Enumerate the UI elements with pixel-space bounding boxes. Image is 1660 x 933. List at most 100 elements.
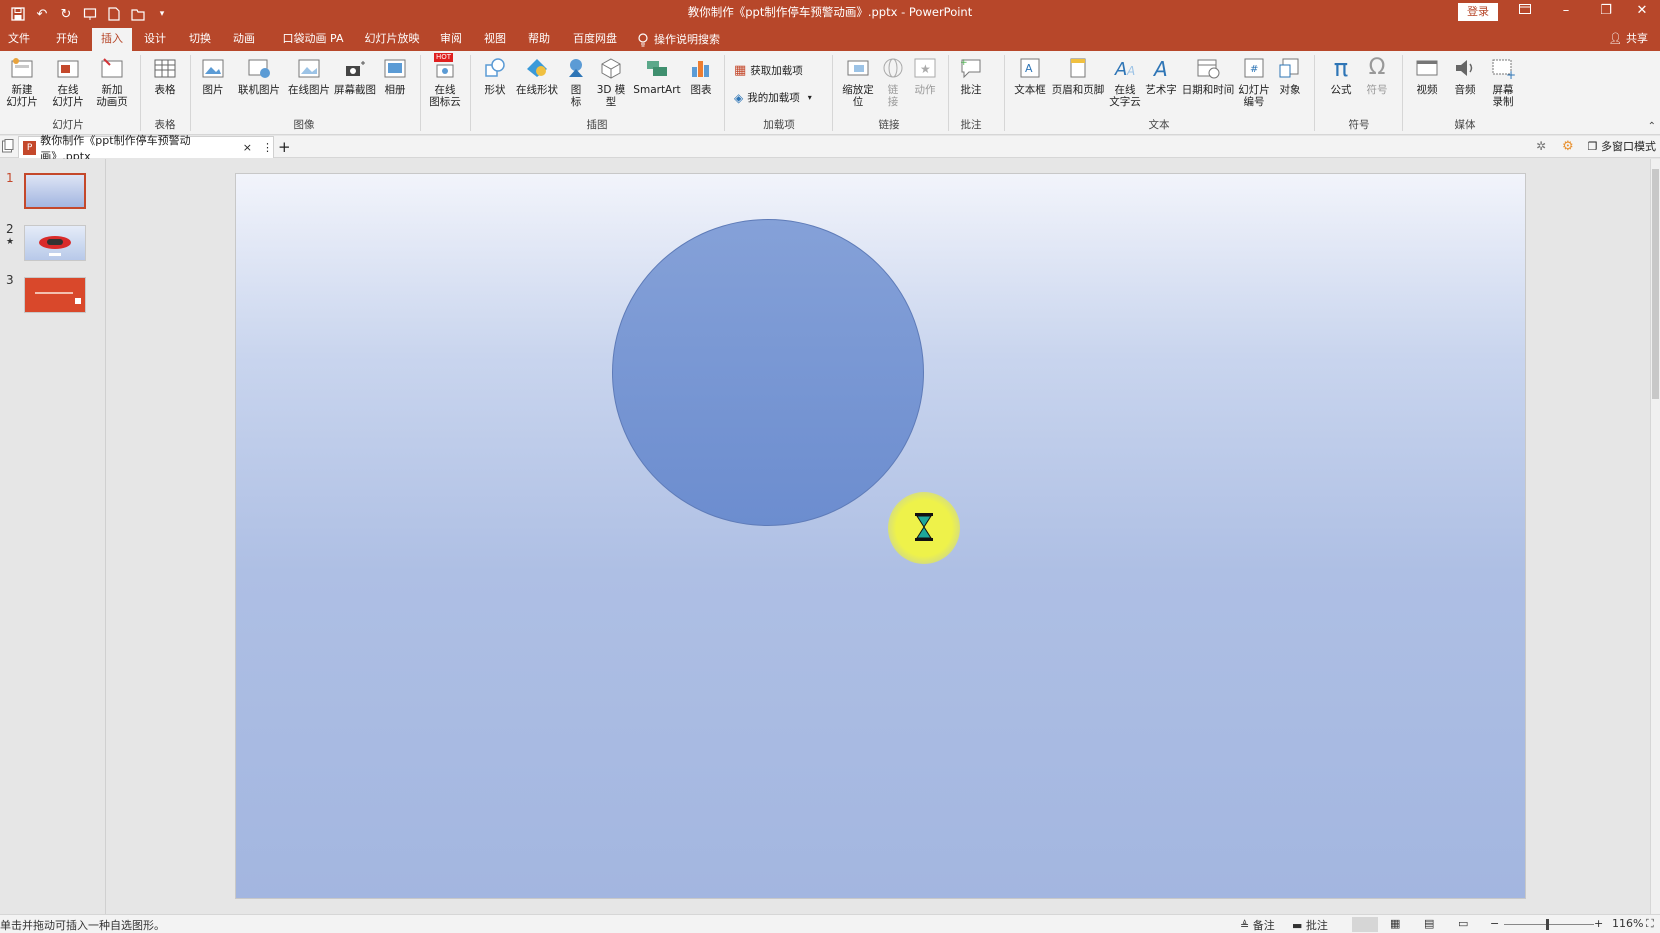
redo-icon[interactable]: ↻ [54, 3, 78, 25]
header-footer-button[interactable]: 页眉和页脚 [1050, 55, 1106, 96]
tab-pocket-animation[interactable]: 口袋动画 PA [280, 28, 346, 51]
settings-gear-icon[interactable]: ⚙ [1562, 139, 1574, 154]
tab-slideshow[interactable]: 幻灯片放映 [360, 28, 424, 51]
svg-text:+: + [960, 58, 968, 68]
tell-me-search[interactable]: 操作说明搜索 [638, 28, 734, 51]
slide-sorter-icon[interactable]: ▦ [1390, 917, 1400, 930]
ribbon-insert: 新建 幻灯片 在线 幻灯片 新加 动画页 幻灯片 表格 表格 图片 联机图片 在… [0, 51, 1660, 135]
scrollbar-thumb[interactable] [1652, 169, 1659, 399]
online-slide-icon [55, 55, 81, 81]
comment-icon: ▬ [1292, 919, 1303, 932]
close-window-icon[interactable]: ✕ [1622, 0, 1660, 24]
tab-file[interactable]: 文件 [6, 28, 32, 51]
zoom-in-button[interactable]: + [1594, 917, 1603, 930]
tab-help[interactable]: 帮助 [524, 28, 554, 51]
symbol-button[interactable]: Ω 符号 [1360, 55, 1394, 97]
svg-text:#: # [1250, 64, 1258, 75]
online-slide-button[interactable]: 在线 幻灯片 [48, 55, 88, 108]
action-button[interactable]: ★ 动作 [910, 55, 940, 96]
picture-button[interactable]: 图片 [198, 55, 228, 96]
comment-button[interactable]: + 批注 [956, 55, 986, 96]
slide-thumbnail-3[interactable] [24, 277, 86, 313]
tab-baidu-netdisk[interactable]: 百度网盘 [570, 28, 620, 51]
window-title: 教你制作《ppt制作停车预警动画》.pptx - PowerPoint [687, 5, 973, 19]
video-button[interactable]: 视频 [1410, 55, 1444, 96]
ribbon-display-options-icon[interactable] [1505, 0, 1545, 24]
slide-thumbnail-2[interactable] [24, 225, 86, 261]
comments-button[interactable]: ▬ 批注 [1292, 917, 1328, 933]
slideshow-icon[interactable]: ▭ [1458, 917, 1468, 930]
table-icon [152, 55, 178, 81]
fit-to-window-icon[interactable]: ⛶ [1646, 917, 1654, 931]
3d-models-button[interactable]: 3D 模 型 [594, 55, 628, 108]
notes-icon: ≜ [1240, 919, 1250, 932]
photo-album-button[interactable]: 相册 [380, 55, 410, 96]
pages-icon[interactable] [2, 139, 14, 156]
zoom-button[interactable]: 缩放定 位 [838, 55, 878, 108]
notes-button[interactable]: ≜ 备注 [1240, 917, 1275, 933]
tab-home[interactable]: 开始 [50, 28, 84, 51]
more-options-icon[interactable]: ⋮ [262, 141, 273, 154]
chart-icon [688, 55, 714, 81]
online-image-button[interactable]: 在线图片 [286, 55, 332, 96]
screen-recording-button[interactable]: + 屏幕 录制 [1486, 55, 1520, 108]
share-button[interactable]: 👤︎ 共享 [1609, 28, 1648, 51]
zoom-out-button[interactable]: − [1490, 917, 1499, 930]
document-tab[interactable]: P 教你制作《ppt制作停车预警动画》.pptx × ⋮ [18, 134, 274, 163]
zoom-slider-handle[interactable] [1546, 919, 1549, 930]
link-button[interactable]: 链 接 [880, 55, 906, 108]
date-time-button[interactable]: 日期和时间 [1180, 55, 1236, 96]
shapes-button[interactable]: 形状 [478, 55, 512, 96]
tab-design[interactable]: 设计 [140, 28, 170, 51]
circle-shape[interactable] [612, 219, 924, 526]
equation-button[interactable]: π 公式 [1324, 55, 1358, 96]
add-tab-icon[interactable]: + [278, 136, 291, 158]
calendar-icon [1195, 55, 1221, 81]
tab-transitions[interactable]: 切换 [185, 28, 215, 51]
tab-insert[interactable]: 插入 [92, 28, 132, 51]
zoom-slider[interactable] [1504, 924, 1594, 925]
my-addins-button[interactable]: ◈ 我的加载项 ▾ [734, 90, 812, 105]
online-shapes-button[interactable]: 在线形状 [514, 55, 560, 96]
table-button[interactable]: 表格 [148, 55, 182, 96]
vertical-scrollbar[interactable] [1650, 159, 1660, 914]
object-button[interactable]: 对象 [1274, 55, 1306, 96]
tab-view[interactable]: 视图 [480, 28, 510, 51]
restore-icon[interactable]: ❐ [1586, 0, 1626, 24]
screenshot-button[interactable]: 屏幕截图 [332, 55, 378, 96]
login-button[interactable]: 登录 [1458, 3, 1498, 21]
multi-window-mode-button[interactable]: ❐ 多窗口模式 [1588, 136, 1656, 158]
slide-number-button[interactable]: # 幻灯片 编号 [1236, 55, 1272, 108]
tab-review[interactable]: 审阅 [436, 28, 466, 51]
slide-thumbnail-1[interactable] [24, 173, 86, 209]
collapse-ribbon-icon[interactable]: ⌃ [1648, 121, 1656, 132]
minimize-icon[interactable]: – [1546, 0, 1586, 24]
screen-record-icon: + [1490, 55, 1516, 81]
chart-button[interactable]: 图表 [686, 55, 716, 96]
customize-qat-icon[interactable]: ▾ [150, 3, 174, 25]
open-folder-icon[interactable] [126, 3, 150, 25]
globe-link-icon [880, 55, 906, 81]
get-addins-button[interactable]: ▦ 获取加载项 [734, 63, 803, 78]
online-pictures-button[interactable]: 联机图片 [236, 55, 282, 96]
audio-button[interactable]: 音频 [1448, 55, 1482, 96]
icons-button[interactable]: 图 标 [562, 55, 590, 108]
ribbon-tabs: 文件 开始 插入 设计 切换 动画 口袋动画 PA 幻灯片放映 审阅 视图 帮助… [0, 28, 1660, 51]
normal-view-button[interactable] [1352, 917, 1378, 932]
smartart-button[interactable]: SmartArt [632, 55, 682, 96]
new-slide-button[interactable]: 新建 幻灯片 [4, 55, 40, 108]
start-from-beginning-icon[interactable] [78, 3, 102, 25]
close-tab-icon[interactable]: × [243, 141, 252, 154]
magic-icon[interactable]: ✲ [1536, 139, 1546, 153]
zoom-level[interactable]: 116% [1612, 917, 1643, 930]
new-animation-page-button[interactable]: 新加 动画页 [92, 55, 132, 108]
online-icon-cloud-button[interactable]: HOT 在线 图标云 [426, 53, 464, 108]
tab-animations[interactable]: 动画 [229, 28, 259, 51]
reading-view-icon[interactable]: ▤ [1424, 917, 1434, 930]
online-wordcloud-button[interactable]: AA 在线 文字云 [1108, 55, 1142, 108]
undo-icon[interactable]: ↶ [30, 3, 54, 25]
new-file-icon[interactable] [102, 3, 126, 25]
textbox-button[interactable]: A 文本框 [1012, 55, 1048, 96]
save-icon[interactable] [6, 3, 30, 25]
wordart-button[interactable]: A 艺术字 [1144, 55, 1178, 96]
